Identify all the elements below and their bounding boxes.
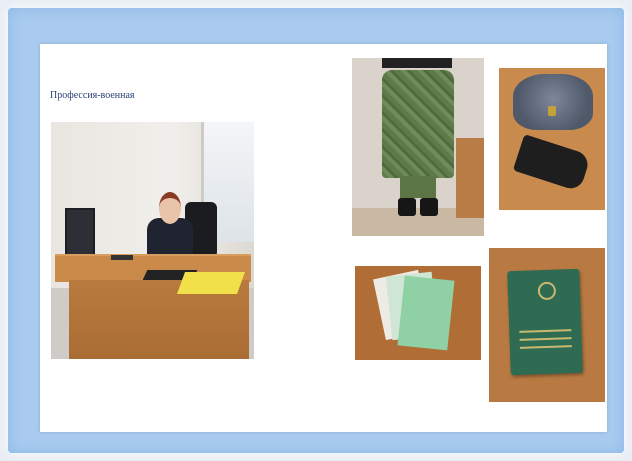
military-id-photo — [489, 248, 605, 402]
documents-photo — [355, 266, 481, 360]
office-photo — [51, 122, 254, 359]
slide: Профессия-военная — [40, 44, 607, 432]
uniform-photo — [352, 58, 484, 236]
hat-holster-photo — [499, 68, 605, 210]
slide-title: Профессия-военная — [50, 90, 135, 101]
